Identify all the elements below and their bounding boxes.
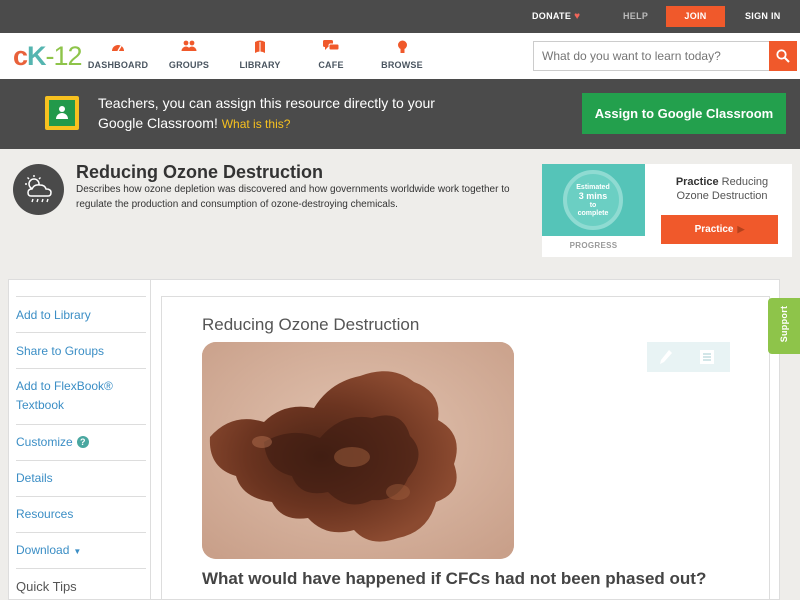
sidebar-item-details[interactable]: Details <box>16 460 146 496</box>
melanoma-skin-photo <box>202 342 514 559</box>
donate-label: DONATE <box>532 11 572 21</box>
practice-button[interactable]: Practice ▶ <box>661 215 778 244</box>
arrow-right-icon: ▶ <box>737 224 745 234</box>
concept-title: Reducing Ozone Destruction <box>76 162 324 182</box>
nav-dashboard[interactable]: DASHBOARD <box>83 40 153 70</box>
search-input[interactable] <box>533 41 769 71</box>
browse-lightbulb-icon <box>367 40 437 56</box>
nav-library[interactable]: LIBRARY <box>225 40 295 70</box>
dashboard-gauge-icon <box>83 40 153 56</box>
sidebar-item-add-to-flexbook[interactable]: Add to FlexBook® Textbook <box>16 368 146 424</box>
classroom-banner: Teachers, you can assign this resource d… <box>0 79 800 149</box>
sidebar-item-download[interactable]: Download ▼ <box>16 532 146 568</box>
sidebar-item-share-to-groups[interactable]: Share to Groups <box>16 332 146 368</box>
pencil-icon[interactable] <box>659 349 679 365</box>
search-icon <box>776 49 790 63</box>
progress-tile[interactable]: Estimated 3 mins to complete <box>542 164 645 236</box>
practice-heading: Practice Reducing Ozone Destruction <box>675 176 769 202</box>
banner-message: Teachers, you can assign this resource d… <box>98 95 435 131</box>
ck12-logo[interactable]: cK-12 <box>13 41 83 71</box>
nav-cafe[interactable]: CAFE <box>296 40 366 70</box>
sidebar-item-resources[interactable]: Resources <box>16 496 146 532</box>
concept-description: Describes how ozone depletion was discov… <box>76 184 510 210</box>
sidebar-item-customize[interactable]: Customize? <box>16 424 146 460</box>
cafe-chat-icon <box>296 40 366 56</box>
join-button[interactable]: JOIN <box>666 6 725 27</box>
caret-down-icon: ▼ <box>73 547 82 556</box>
progress-label: PROGRESS <box>569 241 618 250</box>
nav-browse[interactable]: BROWSE <box>367 40 437 70</box>
nav-groups[interactable]: GROUPS <box>154 40 224 70</box>
search-button[interactable] <box>769 41 797 71</box>
progress-ring: Estimated 3 mins to complete <box>563 170 623 230</box>
notes-icon[interactable] <box>699 349 719 365</box>
content-title: Reducing Ozone Destruction <box>202 315 420 334</box>
top-utility-bar: DONATE ♥ HELP JOIN SIGN IN <box>0 0 800 33</box>
support-tab[interactable]: Support <box>768 298 800 354</box>
help-question-icon[interactable]: ? <box>76 436 89 448</box>
google-classroom-icon <box>45 96 79 130</box>
help-link[interactable]: HELP <box>623 0 648 33</box>
cloud-sun-rain-icon <box>13 164 64 215</box>
sidebar-item-quick-tips[interactable]: Quick Tips <box>16 568 146 600</box>
assign-to-google-classroom-button[interactable]: Assign to Google Classroom <box>582 93 786 134</box>
library-book-icon <box>225 40 295 56</box>
content-question: What would have happened if CFCs had not… <box>202 569 707 588</box>
sidebar-item-add-to-library[interactable]: Add to Library <box>16 296 146 332</box>
heart-icon: ♥ <box>574 11 581 22</box>
main-navbar: cK-12 DASHBOARD GROUPS LIBRARY CAFE BROW… <box>0 33 800 79</box>
donate-link[interactable]: DONATE ♥ <box>532 0 580 33</box>
content-toolbar <box>647 342 730 372</box>
what-is-this-link[interactable]: What is this? <box>222 117 291 131</box>
practice-card: Estimated 3 mins to complete PROGRESS Pr… <box>542 164 792 257</box>
groups-people-icon <box>154 40 224 56</box>
sign-in-link[interactable]: SIGN IN <box>745 0 781 33</box>
